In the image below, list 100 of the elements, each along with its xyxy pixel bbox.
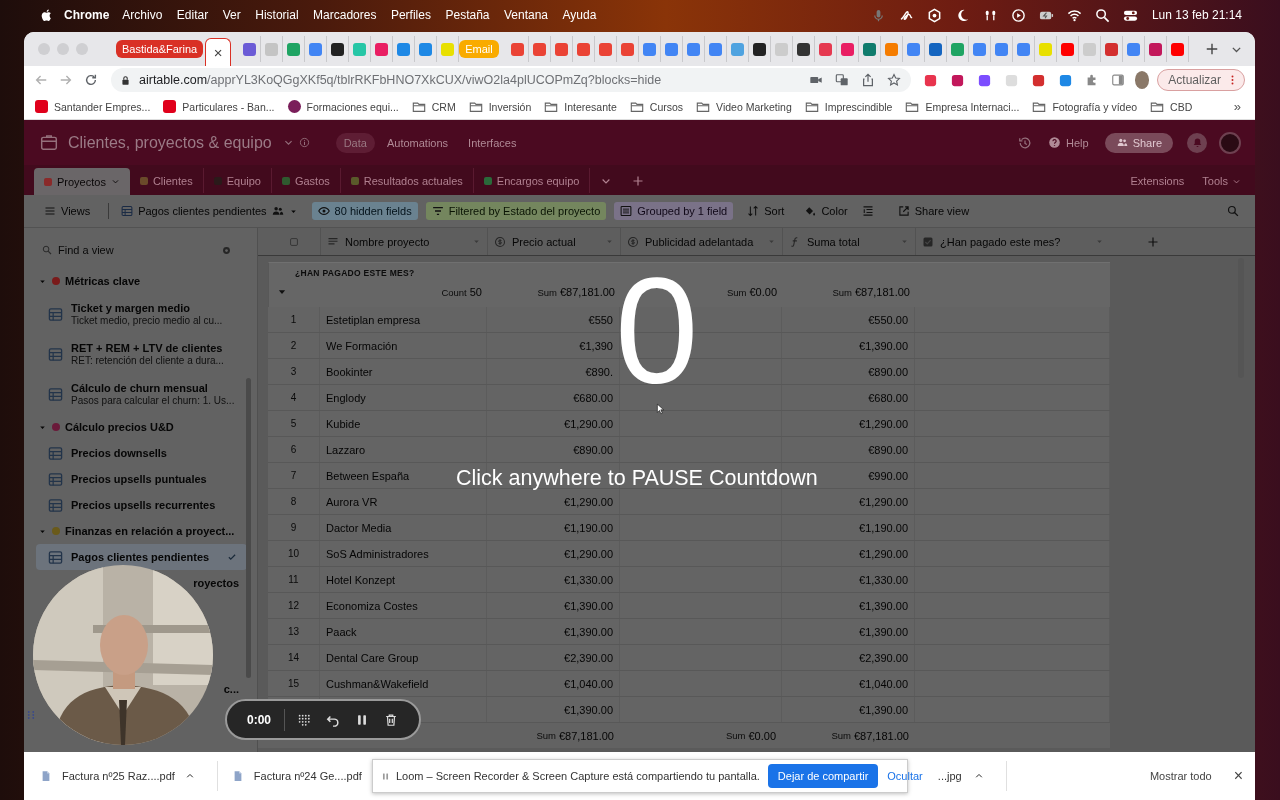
bookmark[interactable]: Inversión [468,99,532,114]
star-icon[interactable] [887,73,901,87]
tab-group-label[interactable]: Bastida&Farina [116,40,204,58]
base-icon[interactable] [40,133,58,152]
bookmark[interactable]: Particulares - Ban... [163,100,275,113]
help-link[interactable]: Help [1048,136,1089,149]
view-item[interactable]: Precios upsells recurrentes [36,492,247,518]
download-item[interactable]: Factura nº25 Raz....pdf [40,761,218,791]
bookmark[interactable]: Imprescindible [804,99,893,114]
history-icon[interactable] [1018,135,1032,150]
play-icon[interactable] [1010,7,1026,23]
scrollbar[interactable] [246,378,251,678]
tools-button[interactable]: Tools [1202,175,1241,187]
bookmark[interactable]: Fotografía y vídeo [1032,99,1138,114]
table-tab[interactable]: Equipo [203,168,272,193]
view-name[interactable]: c... [223,683,239,695]
grid-dots-icon[interactable] [297,712,312,727]
back-icon[interactable] [34,73,48,87]
share-icon[interactable] [861,73,875,87]
view-search-field[interactable]: Find a view [58,244,208,256]
bookmark[interactable]: Interesante [544,99,617,114]
app-menu[interactable]: Chrome [64,8,110,22]
hide-link[interactable]: Ocultar [887,770,923,782]
show-all-button[interactable]: Mostrar todo [1149,770,1212,782]
view-item[interactable]: Precios downsells [36,440,247,466]
share-button[interactable]: Share [1104,132,1173,153]
forward-icon[interactable] [59,73,73,87]
view-switcher[interactable]: Pagos clientes pendientes [115,202,304,220]
download-item[interactable]: Factura nº24 Ge....pdf [231,761,362,791]
bookmark[interactable]: Santander Empres... [35,100,151,113]
more-bookmarks-button[interactable]: » [1233,99,1241,114]
table-tab[interactable]: Resultados actuales [340,168,474,193]
menu-item[interactable]: Editar [176,8,209,22]
menu-item[interactable]: Marcadores [313,8,377,22]
nav-tab[interactable]: Interfaces [460,132,525,153]
bookmark[interactable]: Formaciones equi... [287,100,399,113]
new-tab-icon[interactable] [1204,42,1219,56]
table-tab[interactable]: Gastos [271,168,341,193]
download-item[interactable]: ...jpg [937,761,1007,791]
address-bar[interactable]: airtable.com/apprYL3KoQGgXKf5q/tblrRKFbHNO7XkCUX/viwO2la4plUCOPmZq?blocks=hide [111,68,911,92]
menu-item[interactable]: Historial [255,8,299,22]
column-header[interactable]: Nombre proyecto [320,228,487,255]
drag-handle-icon[interactable] [25,708,37,722]
section-header[interactable]: Finanzas en relación a proyect... [36,518,247,544]
base-title[interactable]: Clientes, proyectos & equipo [68,133,272,152]
nav-tab[interactable]: Automations [378,132,457,153]
bookmark[interactable]: CRM [411,99,456,114]
bookmark[interactable]: Video Marketing [696,99,792,114]
menu-item[interactable]: Archivo [122,8,163,22]
column-header[interactable]: Publicidad adelantada [620,228,782,255]
view-name[interactable]: royectos [193,577,239,589]
reload-icon[interactable] [84,73,98,87]
menu-item[interactable]: Ver [222,8,241,22]
section-header[interactable]: Métricas clave [36,268,247,294]
extensions-button[interactable]: Extensions [1130,175,1185,187]
translate-icon[interactable] [835,73,849,87]
checkbox-icon[interactable] [289,236,299,247]
row-height-icon[interactable] [861,205,874,217]
info-icon[interactable] [298,137,310,148]
bookmark[interactable]: Empresa Internaci... [905,99,1020,114]
stop-sharing-button[interactable]: Dejar de compartir [767,764,879,788]
table-tab[interactable]: Proyectos [34,168,130,195]
menu-item[interactable]: Ventana [504,8,549,22]
bookmark[interactable]: CBD [1150,99,1193,114]
sort-button[interactable]: Sort [741,202,791,220]
menu-item[interactable]: Ayuda [562,8,597,22]
table-tab[interactable]: Encargos equipo [473,168,591,193]
search-icon[interactable] [1094,7,1110,23]
close-button[interactable]: × [1233,767,1243,785]
column-header[interactable]: Suma total [782,228,915,255]
column-header[interactable]: ¿Han pagado este mes? [915,228,1110,255]
extension-icon[interactable] [977,72,992,88]
trash-icon[interactable] [384,712,399,727]
color-button[interactable]: Color [798,202,854,220]
notifications-button[interactable] [1187,132,1207,153]
view-item[interactable]: Ticket y margen medio Ticket medio, precio medio al cu... [36,294,247,334]
table-tab[interactable]: Clientes [129,168,204,193]
add-field-icon[interactable] [1146,235,1159,248]
menu-item[interactable]: Pestaña [445,8,490,22]
close-tab-button[interactable]: × [205,38,232,66]
update-button[interactable]: Actualizar [1157,69,1245,91]
side-panel-icon[interactable] [1111,73,1125,87]
column-header[interactable]: Precio actual [487,228,620,255]
hidden-fields-button[interactable]: 80 hidden fields [311,202,418,220]
bookmark[interactable]: Cursos [629,99,684,114]
extensions-icon[interactable] [1085,73,1099,87]
filter-button[interactable]: Filtered by Estado del proyecto [425,202,607,220]
views-button[interactable]: Views [38,202,97,220]
profile-avatar[interactable] [1135,71,1150,89]
nav-tab[interactable]: Data [335,132,375,153]
extension-icon[interactable] [923,72,938,88]
wifi-icon[interactable] [1066,7,1082,23]
extension-icon[interactable] [1031,72,1046,88]
user-avatar[interactable] [1219,131,1241,154]
view-item[interactable]: RET + REM + LTV de clientes RET: retención del cliente a dura... [36,334,247,374]
apple-logo-icon[interactable] [40,7,54,23]
settings-icon[interactable] [221,245,232,256]
add-table-icon[interactable] [632,175,645,187]
group-button[interactable]: Grouped by 1 field [614,202,734,220]
extension-icon[interactable] [950,72,965,88]
